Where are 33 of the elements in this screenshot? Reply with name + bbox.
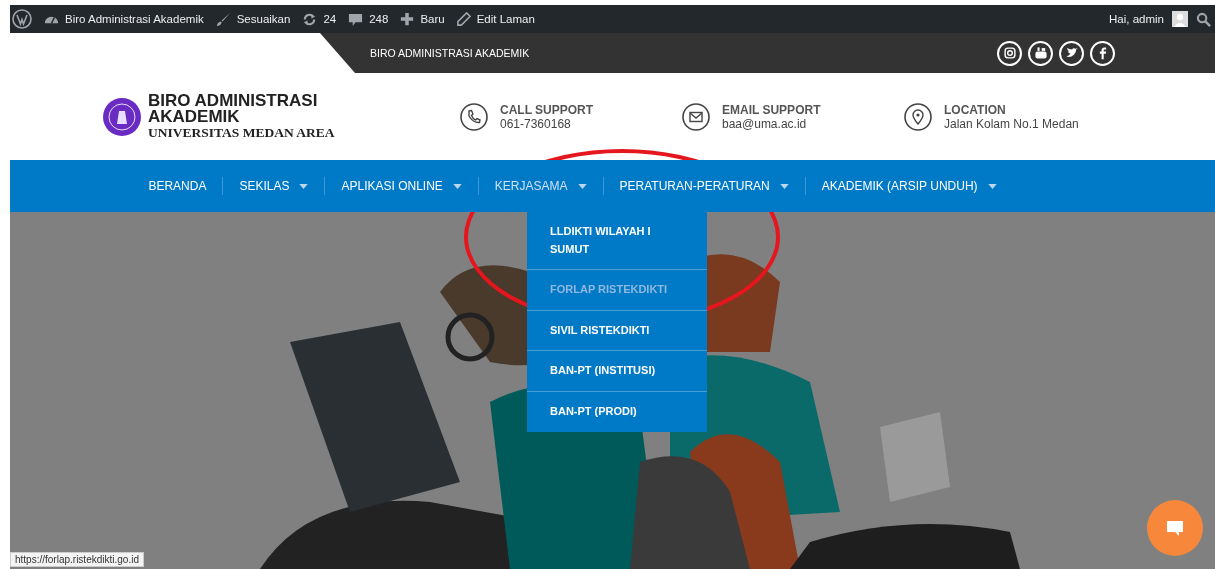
nav-menu-item[interactable]: SEKILAS xyxy=(229,179,319,193)
greeting-text[interactable]: Hai, admin xyxy=(1109,13,1164,25)
nav-menu-item[interactable]: APLIKASI ONLINE xyxy=(331,179,472,193)
admin-bar-label: Sesuaikan xyxy=(236,13,291,25)
admin-bar-link[interactable]: 248 xyxy=(348,11,389,27)
nav-menu-item[interactable]: KERJASAMA xyxy=(484,179,597,193)
admin-bar-label: 24 xyxy=(323,13,337,25)
admin-bar-label: 248 xyxy=(369,13,389,25)
nav-menu-item[interactable]: BERANDA xyxy=(138,179,217,193)
admin-bar-link[interactable]: 24 xyxy=(302,11,337,27)
contact-label: EMAIL SUPPORT xyxy=(722,102,821,117)
admin-bar-label: Biro Administrasi Akademik xyxy=(65,13,204,25)
status-url: https://forlap.ristekdikti.go.id xyxy=(10,552,144,567)
admin-bar-link[interactable]: Edit Laman xyxy=(456,12,535,26)
contact-value: Jalan Kolam No.1 Medan xyxy=(944,116,1079,131)
logo-title: BIRO ADMINISTRASI AKADEMIK xyxy=(148,92,319,126)
contact-label: LOCATION xyxy=(944,102,1007,117)
admin-bar-link[interactable]: Baru xyxy=(400,12,445,26)
dropdown-item[interactable]: LLDIKTI WILAYAH I SUMUT xyxy=(527,212,707,271)
dropdown-item[interactable]: BAN-PT (PRODI) xyxy=(527,391,707,432)
admin-bar-label: Baru xyxy=(420,13,445,25)
contact-value: baa@uma.ac.id xyxy=(722,116,808,131)
admin-bar-label: Edit Laman xyxy=(476,13,535,25)
contact-value: 061-7360168 xyxy=(500,116,572,131)
nav-menu-item[interactable]: PERATURAN-PERATURAN xyxy=(609,179,799,193)
logo-subtitle: UNIVERSITAS MEDAN AREA xyxy=(148,127,336,141)
top-bar-title: BIRO ADMINISTRASI AKADEMIK xyxy=(370,47,530,59)
admin-bar-link[interactable]: Biro Administrasi Akademik xyxy=(44,11,204,27)
dropdown-item[interactable]: BAN-PT (INSTITUSI) xyxy=(527,351,707,392)
contact-label: CALL SUPPORT xyxy=(500,102,594,117)
nav-menu-item[interactable]: AKADEMIK (ARSIP UNDUH) xyxy=(811,179,1007,193)
admin-bar-link[interactable]: Sesuaikan xyxy=(215,11,291,27)
dropdown-item[interactable]: SIVIL RISTEKDIKTI xyxy=(527,310,707,352)
